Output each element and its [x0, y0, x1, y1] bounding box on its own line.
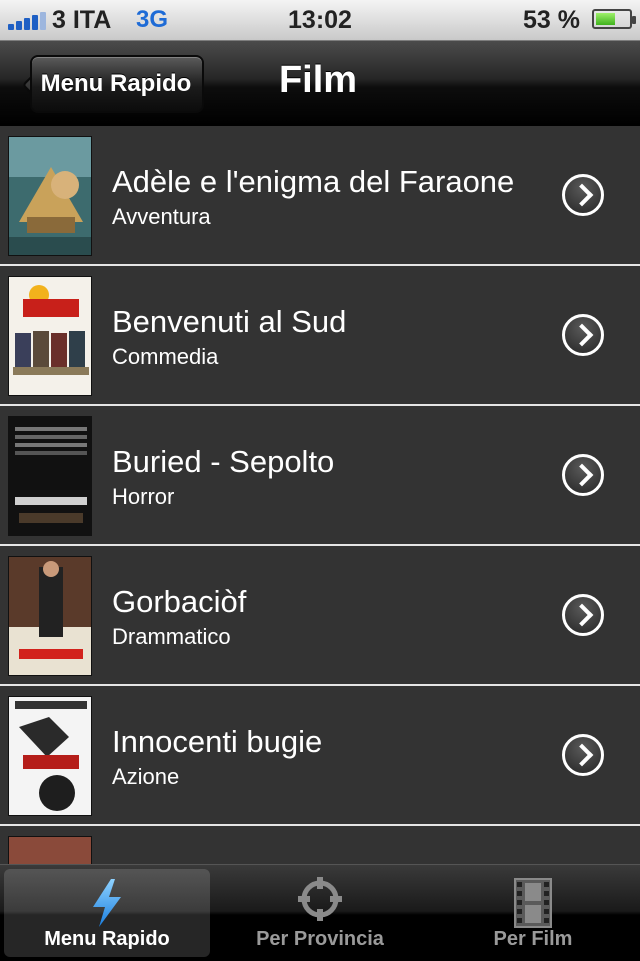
tab-label: Menu Rapido [44, 928, 170, 950]
disclosure-chevron-icon[interactable] [562, 734, 604, 776]
film-title: Innocenti bugie [112, 724, 323, 759]
film-title: Gorbaciòf [112, 584, 247, 619]
film-strip-icon [514, 878, 552, 928]
disclosure-chevron-icon[interactable] [562, 314, 604, 356]
film-poster [8, 696, 92, 816]
battery-percentage: 53 % [523, 6, 580, 34]
disclosure-chevron-icon[interactable] [562, 594, 604, 636]
film-poster [8, 136, 92, 256]
tab-menu-rapido[interactable]: Menu Rapido [4, 869, 210, 957]
lightning-icon [93, 879, 121, 927]
film-title: Benvenuti al Sud [112, 304, 347, 339]
film-genre: Avventura [112, 204, 211, 229]
film-row[interactable]: Innocenti bugie Azione [0, 686, 640, 826]
navigation-bar: Menu Rapido Film [0, 41, 640, 126]
film-genre: Commedia [112, 344, 219, 369]
disclosure-chevron-icon[interactable] [562, 174, 604, 216]
film-row-partial[interactable] [0, 826, 640, 864]
tab-label: Per Provincia [256, 928, 384, 950]
back-button-label: Menu Rapido [40, 70, 192, 97]
film-row[interactable]: Gorbaciòf Drammatico [0, 546, 640, 686]
film-poster [8, 836, 92, 864]
film-poster [8, 556, 92, 676]
film-row[interactable]: Adèle e l'enigma del Faraone Avventura [0, 126, 640, 266]
tab-label: Per Film [493, 928, 573, 950]
film-row[interactable]: Benvenuti al Sud Commedia [0, 266, 640, 406]
status-bar: 3 ITA 3G 13:02 53 % [0, 0, 640, 41]
film-poster [8, 276, 92, 396]
tab-per-provincia[interactable]: Per Provincia [217, 869, 423, 957]
film-title: Adèle e l'enigma del Faraone [112, 164, 515, 199]
page-title: Film [278, 59, 358, 101]
crosshair-icon [298, 877, 342, 921]
film-poster [8, 416, 92, 536]
film-genre: Horror [112, 484, 175, 509]
film-list[interactable]: Adèle e l'enigma del Faraone Avventura B… [0, 126, 640, 864]
back-button[interactable]: Menu Rapido [10, 55, 204, 113]
film-title: Buried - Sepolto [112, 444, 335, 479]
tab-bar: Menu Rapido Per Provincia Per Film [0, 864, 640, 961]
disclosure-chevron-icon[interactable] [562, 454, 604, 496]
film-genre: Azione [112, 764, 180, 789]
battery-icon [592, 9, 636, 29]
tab-per-film[interactable]: Per Film [430, 869, 636, 957]
film-genre: Drammatico [112, 624, 231, 649]
film-row[interactable]: Buried - Sepolto Horror [0, 406, 640, 546]
